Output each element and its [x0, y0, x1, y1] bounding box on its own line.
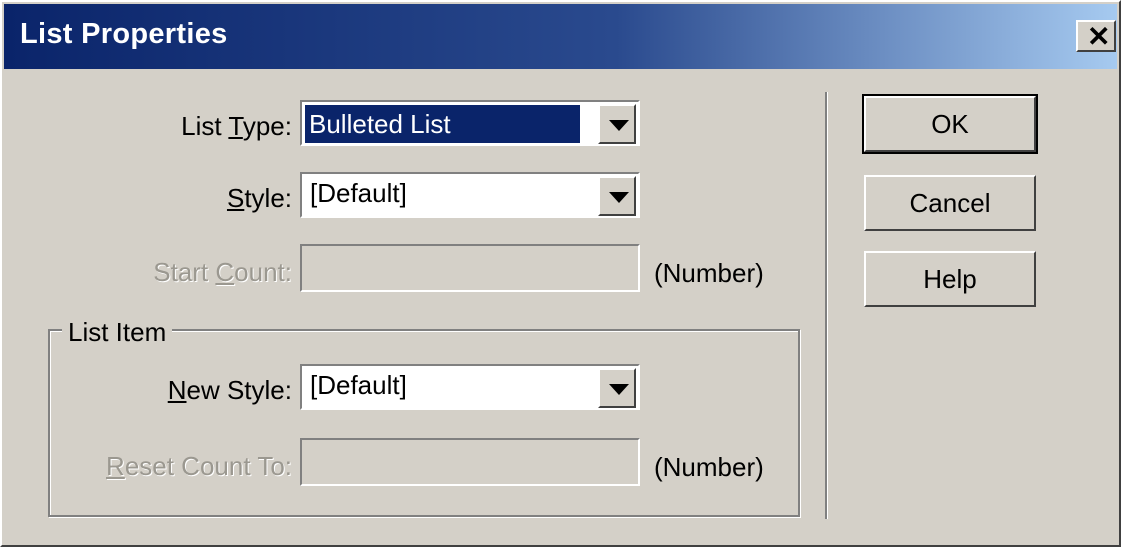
title-bar[interactable]: List Properties ✕	[4, 4, 1117, 69]
list-type-label: List Type:	[181, 111, 292, 141]
close-button[interactable]: ✕	[1076, 20, 1116, 52]
new-style-label: New Style:	[167, 375, 292, 405]
new-style-value: [Default]	[310, 370, 407, 400]
close-icon: ✕	[1087, 21, 1111, 52]
vertical-separator	[825, 92, 827, 519]
style-select[interactable]: [Default]	[300, 172, 640, 218]
list-type-value: Bulleted List	[305, 105, 580, 143]
cancel-button[interactable]: Cancel	[864, 175, 1036, 231]
list-item-group	[48, 329, 800, 517]
window-title: List Properties	[20, 18, 228, 50]
start-count-input[interactable]	[300, 244, 640, 292]
dropdown-arrow-icon	[609, 384, 629, 395]
list-properties-dialog: List Properties ✕ List Type: Bulleted Li…	[0, 0, 1121, 547]
list-type-select[interactable]: Bulleted List	[300, 100, 640, 146]
reset-count-label: Reset Count To:	[106, 451, 292, 481]
reset-count-unit: (Number)	[654, 452, 764, 482]
new-style-select[interactable]: [Default]	[300, 364, 640, 410]
new-style-dropdown-button[interactable]	[598, 368, 636, 408]
start-count-unit: (Number)	[654, 258, 764, 288]
reset-count-input[interactable]	[300, 438, 640, 486]
list-item-group-title: List Item	[62, 317, 173, 348]
style-dropdown-button[interactable]	[598, 176, 636, 216]
dropdown-arrow-icon	[609, 120, 629, 131]
ok-button[interactable]: OK	[862, 94, 1038, 154]
list-type-dropdown-button[interactable]	[598, 104, 636, 144]
help-button[interactable]: Help	[864, 251, 1036, 307]
style-label: Style:	[226, 183, 292, 213]
dropdown-arrow-icon	[609, 192, 629, 203]
start-count-label: Start Count:	[153, 257, 292, 287]
style-value: [Default]	[310, 178, 407, 208]
